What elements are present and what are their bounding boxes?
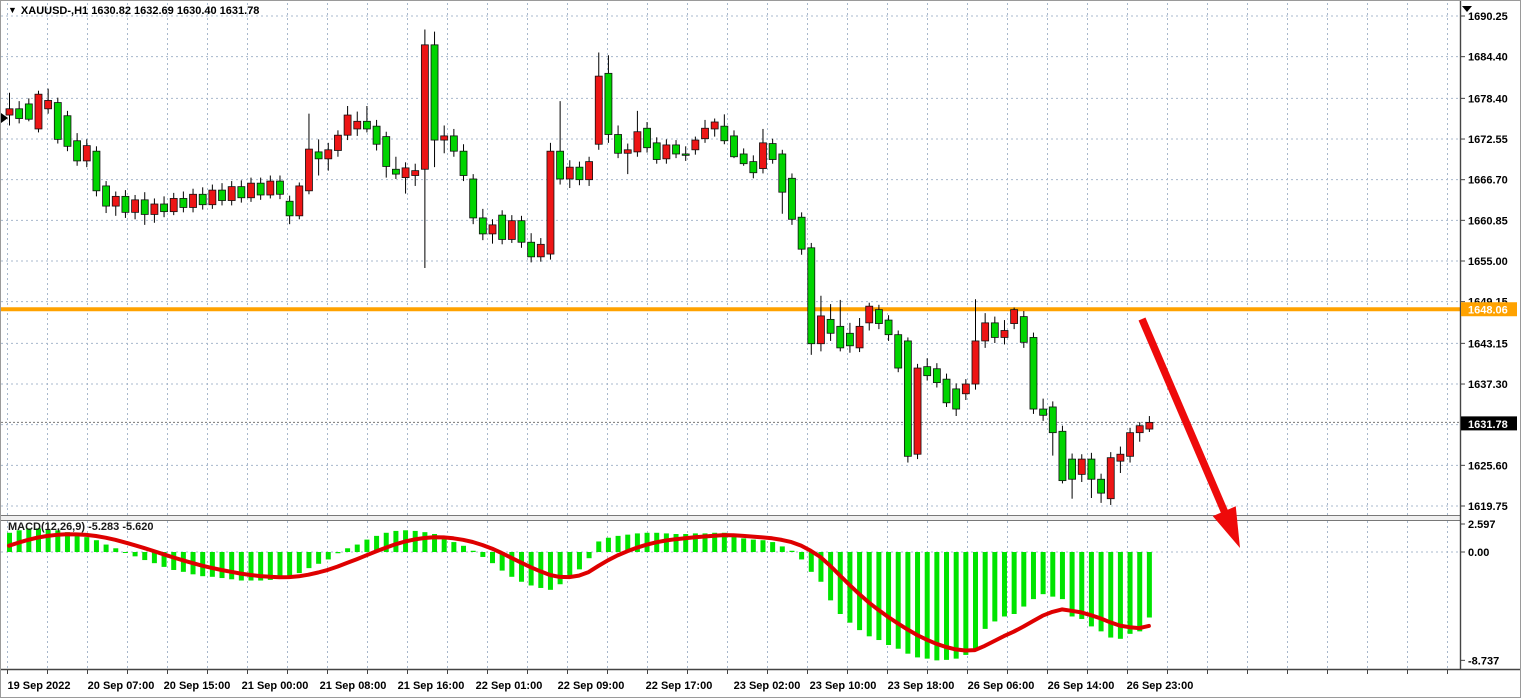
symbol-dropdown-icon[interactable]: ▼ (8, 5, 17, 15)
symbol-title: ▼ XAUUSD-,H1 1630.82 1632.69 1630.40 1631… (8, 5, 259, 17)
time-axis[interactable] (1, 669, 1460, 698)
main-chart-surface[interactable] (1, 1, 1460, 515)
macd-panel-surface[interactable] (1, 521, 1460, 669)
chart-window: 1690.251684.401678.401672.551666.701660.… (0, 0, 1521, 698)
macd-indicator-label: MACD(12,26,9) -5.283 -5.620 (8, 521, 154, 533)
symbol-title-text: XAUUSD-,H1 1630.82 1632.69 1630.40 1631.… (21, 5, 260, 17)
price-axis[interactable] (1460, 1, 1521, 669)
